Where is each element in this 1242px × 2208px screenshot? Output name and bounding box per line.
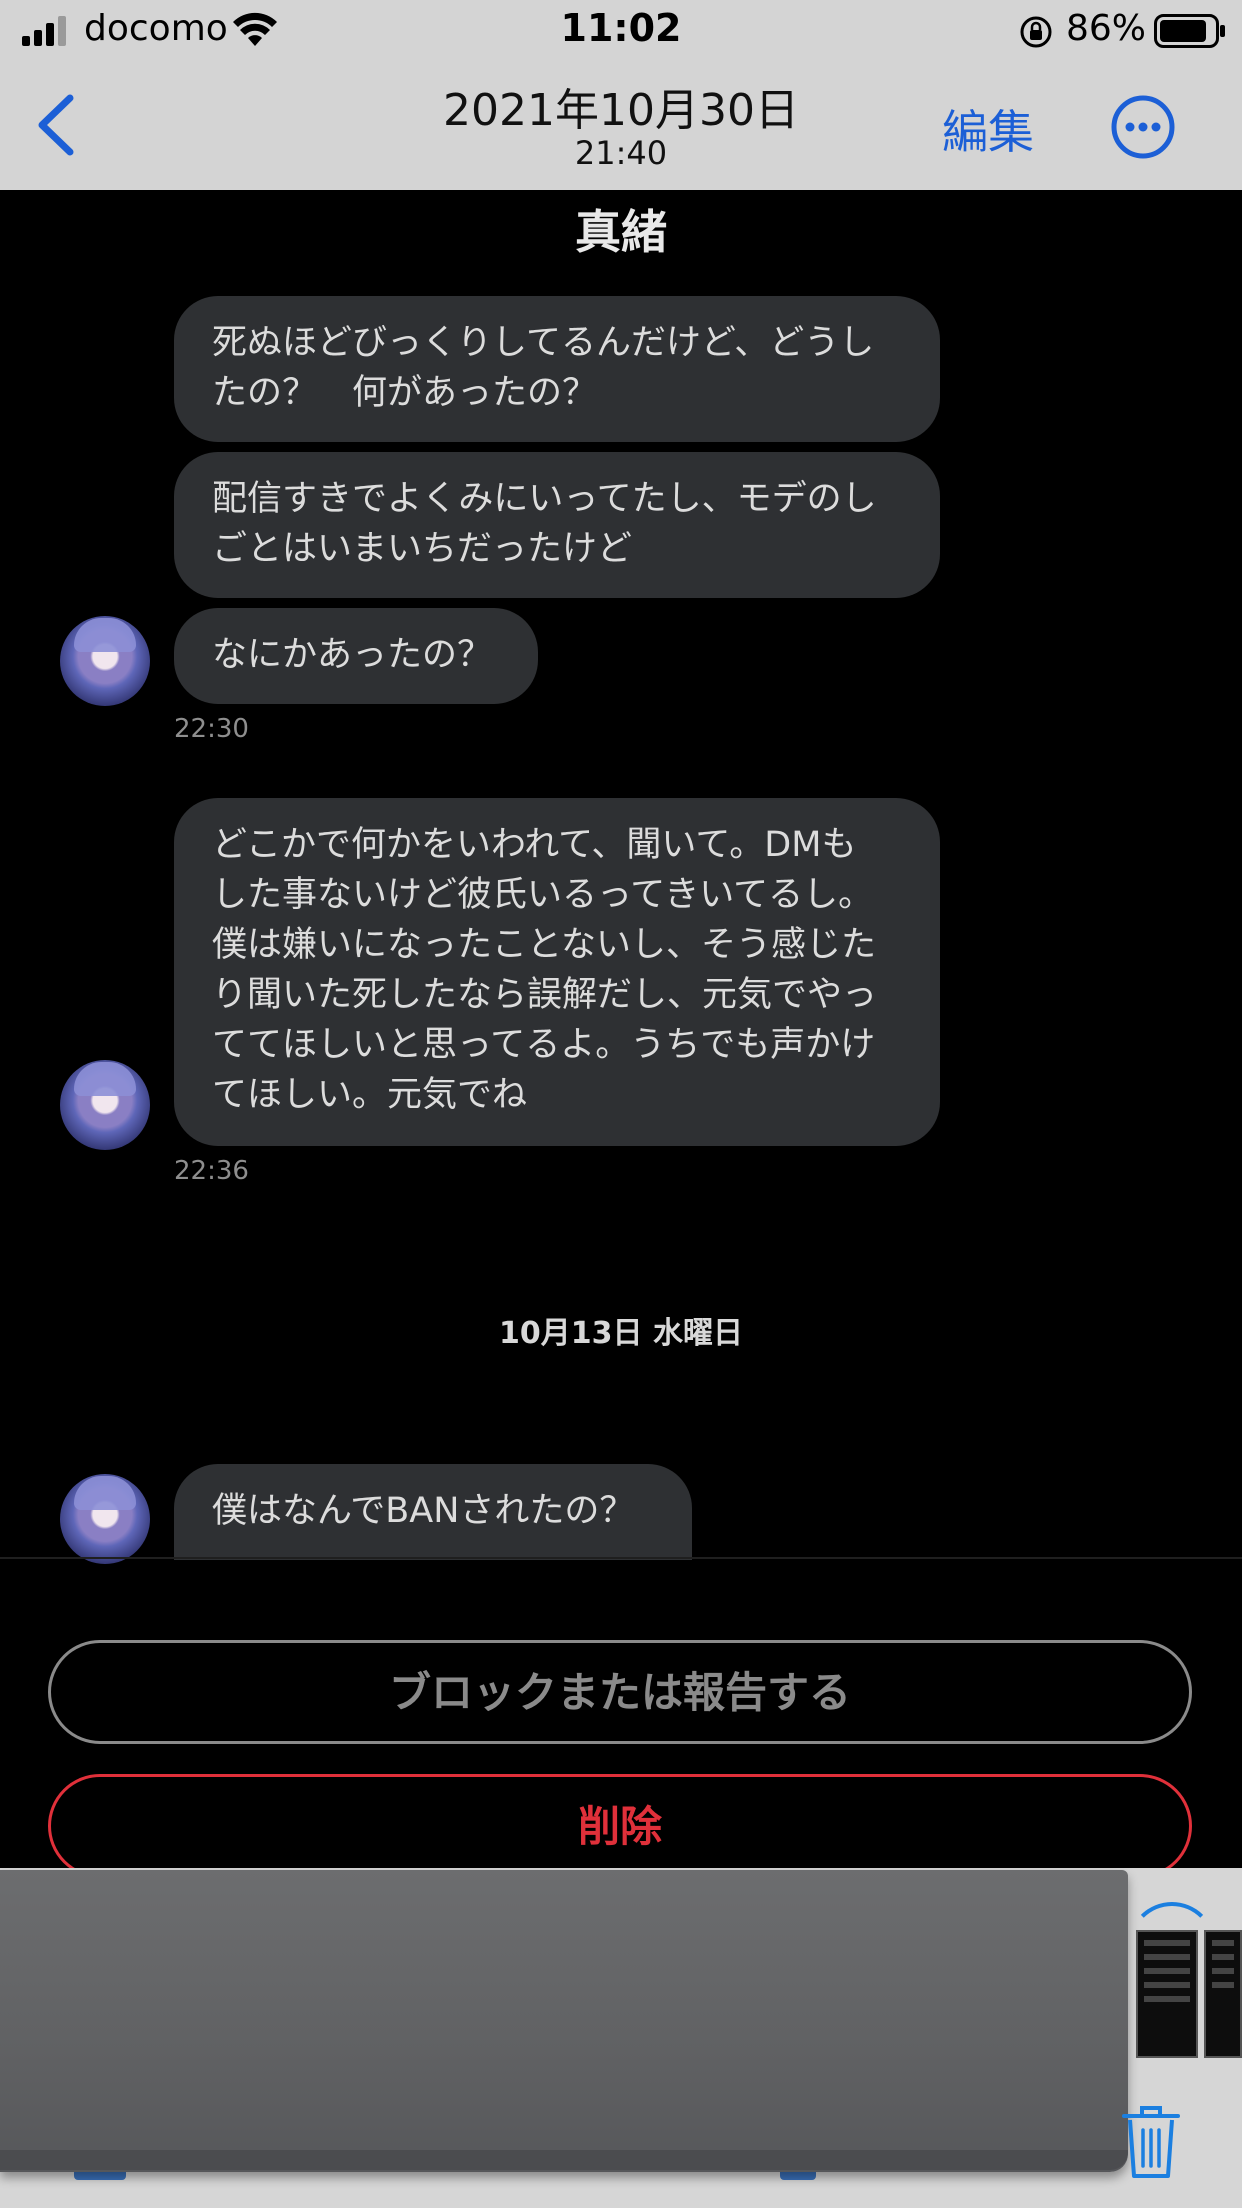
status-bar: docomo 11:02 86% bbox=[0, 0, 1242, 62]
message-bubble[interactable]: 死ぬほどびっくりしてるんだけど、どうし たの？ 何があったの？ bbox=[174, 296, 940, 442]
status-time: 11:02 bbox=[560, 6, 682, 50]
message-bubble[interactable]: なにかあったの？ bbox=[174, 608, 538, 704]
conversation-time: 21:40 bbox=[574, 134, 668, 172]
screenshot-thumbnail[interactable] bbox=[1204, 1930, 1242, 2058]
sender-name: 真緒 bbox=[575, 205, 667, 259]
avatar[interactable] bbox=[60, 1060, 150, 1150]
battery-icon bbox=[1154, 14, 1225, 48]
conversation-date: 2021年10月30日 bbox=[443, 85, 799, 136]
redaction-overlay bbox=[0, 1870, 1128, 2172]
message-bubble[interactable]: 配信すきでよくみにいってたし、モデのし ごとはいまいちだったけど bbox=[174, 452, 940, 598]
redaction-overlay-edge bbox=[0, 2150, 1128, 2170]
avatar[interactable] bbox=[60, 616, 150, 706]
battery-percent: 86% bbox=[1066, 8, 1147, 49]
message-bubble[interactable]: どこかで何かをいわれて、聞いて。DMも した事ないけど彼氏いるってきいてるし。 … bbox=[174, 798, 940, 1146]
divider bbox=[0, 1557, 1242, 1559]
trash-icon[interactable] bbox=[1120, 2102, 1182, 2182]
block-or-report-button[interactable]: ブロックまたは報告する bbox=[48, 1640, 1192, 1744]
edit-button[interactable]: 編集 bbox=[942, 96, 1034, 162]
message-timestamp: 22:36 bbox=[174, 1156, 249, 1186]
message-timestamp: 22:30 bbox=[174, 714, 249, 744]
avatar[interactable] bbox=[60, 1474, 150, 1564]
more-options-icon[interactable] bbox=[1110, 94, 1176, 160]
screenshot-thumbnail[interactable] bbox=[1136, 1930, 1198, 2058]
rotation-lock-icon bbox=[1020, 16, 1052, 48]
top-bar: docomo 11:02 86% 2021年10月30日 21:40 編集 bbox=[0, 0, 1242, 190]
delete-button[interactable]: 削除 bbox=[48, 1774, 1192, 1878]
message-bubble[interactable]: 僕はなんでBANされたの？ bbox=[174, 1464, 692, 1560]
day-separator: 10月13日 水曜日 bbox=[499, 1316, 743, 1351]
